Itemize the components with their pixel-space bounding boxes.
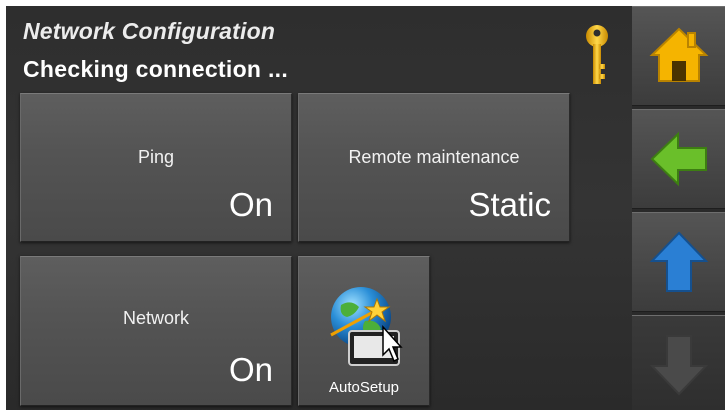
remote-maintenance-label: Remote maintenance [348,147,520,167]
ping-value: On [228,186,273,223]
arrow-left-icon [650,131,707,187]
remote-maintenance-tile[interactable]: Remote maintenance Static [298,93,570,242]
arrow-up-icon [649,231,709,292]
network-label: Network [122,308,189,328]
sidebar [632,6,725,410]
key-icon [586,25,608,84]
down-button[interactable] [632,315,725,410]
header: Network Configuration Checking connectio… [6,6,632,94]
screen: Network Configuration Checking connectio… [6,6,725,410]
ping-label: Ping [137,147,175,167]
network-tile[interactable]: Network On [20,256,292,406]
back-button[interactable] [632,109,725,209]
up-button[interactable] [632,212,725,312]
home-button[interactable] [632,6,725,106]
page-title: Network Configuration [23,18,276,44]
remote-maintenance-value: Static [468,186,551,223]
status-text: Checking connection ... [23,56,289,82]
autosetup-label: AutoSetup [328,379,400,396]
network-value: On [228,351,273,388]
autosetup-tile[interactable]: AutoSetup [298,256,430,406]
globe-cursor-icon [330,287,403,366]
ping-tile[interactable]: Ping On [20,93,292,242]
arrow-down-icon [649,335,709,396]
home-icon [649,27,709,82]
